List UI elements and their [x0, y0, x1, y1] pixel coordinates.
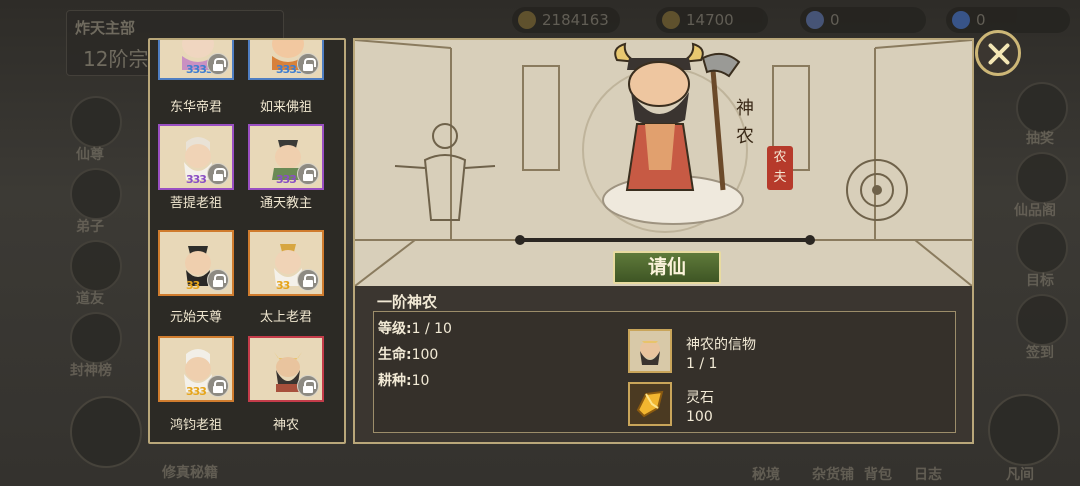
character-detail-panel: 神 农 农 夫 请仙 一阶神农 等级:1 / 10 生命:100 耕种:10 神…	[353, 38, 974, 444]
character-name: 神农	[272, 418, 299, 433]
character-card-hongjun[interactable]: 333	[158, 336, 234, 402]
sect-title: 炸天主部	[75, 19, 136, 37]
character-card-rulai[interactable]: 3333	[248, 40, 324, 80]
character-card-donghua[interactable]: 3333	[158, 40, 234, 80]
menu-mortal-label: 凡间	[1006, 467, 1034, 483]
tier-title: 一阶神农	[377, 293, 438, 311]
character-stage: 神 农 农 夫	[355, 40, 972, 286]
lock-icon	[297, 163, 319, 185]
character-list-panel[interactable]: 3333 东华帝君 3333 如来佛祖 333 菩提老祖 333 通天教主 33…	[148, 38, 346, 444]
menu-immortal-button[interactable]	[70, 96, 122, 148]
character-card-tongtian[interactable]: 333	[248, 124, 324, 190]
menu-immortal-label: 仙尊	[76, 147, 104, 163]
resource-jade: 14700	[656, 7, 768, 33]
menu-bag-label: 背包	[864, 467, 892, 483]
menu-disciple-label: 弟子	[76, 219, 104, 235]
character-name: 如来佛祖	[259, 100, 312, 115]
reward-qty: 100	[686, 409, 713, 425]
menu-signin-button[interactable]	[1016, 294, 1068, 346]
character-name: 鸿钧老祖	[169, 418, 222, 433]
character-name-vertical: 神 农	[736, 98, 754, 147]
lock-icon	[207, 269, 229, 291]
lock-icon	[297, 269, 319, 291]
stat-farming: 耕种:10	[378, 373, 430, 389]
info-box: 等级:1 / 10 生命:100 耕种:10 神农的信物 1 / 1 灵石 10…	[373, 311, 956, 433]
crystal-icon	[952, 11, 970, 29]
character-name: 太上老君	[259, 310, 312, 325]
menu-fengshen-button[interactable]	[70, 312, 122, 364]
lock-icon	[207, 53, 229, 75]
star-rank: 333	[276, 173, 297, 186]
star-rank: 33	[276, 279, 290, 292]
coin-icon	[518, 11, 536, 29]
reward-name: 灵石	[686, 390, 714, 406]
menu-log-label: 日志	[914, 467, 942, 483]
menu-lottery-label: 抽奖	[1026, 131, 1054, 147]
character-name: 通天教主	[259, 196, 312, 211]
star-rank: 33	[186, 279, 200, 292]
reward-qty: 1 / 1	[686, 356, 718, 372]
menu-shop-button[interactable]	[1016, 152, 1068, 204]
stat-hp: 生命:100	[378, 347, 439, 363]
character-name: 菩提老祖	[169, 196, 222, 211]
menu-friends-label: 道友	[76, 291, 104, 307]
resource-crystals: 0	[946, 7, 1070, 33]
class-seal: 农 夫	[767, 146, 793, 190]
menu-signin-label: 签到	[1026, 345, 1054, 361]
menu-mortal-button[interactable]	[988, 394, 1060, 466]
summon-button[interactable]: 请仙	[613, 251, 721, 284]
menu-secret-label: 秘境	[752, 467, 780, 483]
resource-coins: 2184163	[512, 7, 620, 33]
character-card-taishang[interactable]: 33	[248, 230, 324, 296]
resource-gems: 0	[800, 7, 926, 33]
sect-rank: 12阶宗	[83, 47, 149, 71]
menu-fengshen-label: 封神榜	[70, 363, 112, 379]
stage-artwork	[355, 40, 972, 286]
menu-shop-label: 仙品阁	[1014, 203, 1056, 219]
menu-goal-button[interactable]	[1016, 222, 1068, 274]
star-rank: 333	[186, 173, 207, 186]
menu-goal-label: 目标	[1026, 273, 1054, 289]
stat-level: 等级:1 / 10	[378, 321, 452, 337]
jade-icon	[662, 11, 680, 29]
character-name: 元始天尊	[169, 310, 222, 325]
character-card-yuanshi[interactable]: 33	[158, 230, 234, 296]
lock-icon	[297, 375, 319, 397]
reward-name: 神农的信物	[686, 337, 756, 353]
menu-friends-button[interactable]	[70, 240, 122, 292]
close-icon[interactable]	[975, 30, 1021, 76]
lock-icon	[207, 375, 229, 397]
gem-icon	[806, 11, 824, 29]
menu-lottery-button[interactable]	[1016, 82, 1068, 134]
menu-cultivation-button[interactable]	[70, 396, 142, 468]
lock-icon	[207, 163, 229, 185]
character-name: 东华帝君	[169, 100, 222, 115]
star-rank: 333	[186, 385, 207, 398]
token-icon[interactable]	[628, 329, 672, 373]
menu-cultivation-label: 修真秘籍	[162, 465, 218, 481]
lock-icon	[297, 53, 319, 75]
menu-grocery-label: 杂货铺	[812, 467, 854, 483]
menu-disciple-button[interactable]	[70, 168, 122, 220]
spirit-stone-icon[interactable]	[628, 382, 672, 426]
character-card-shennong[interactable]	[248, 336, 324, 402]
character-card-puti[interactable]: 333	[158, 124, 234, 190]
